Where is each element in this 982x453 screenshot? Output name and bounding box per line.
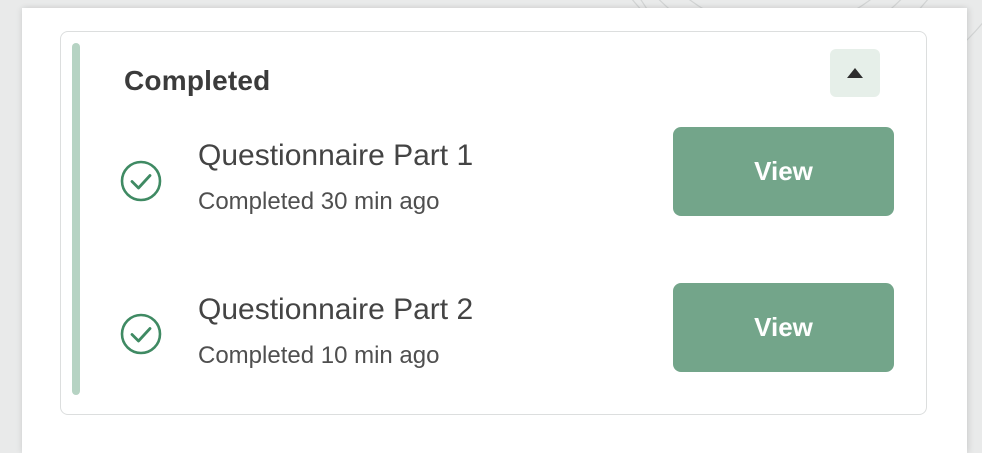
item-status: Completed 10 min ago: [198, 342, 440, 369]
collapse-toggle-button[interactable]: [830, 49, 880, 97]
caret-up-icon: [847, 68, 863, 78]
list-item: Questionnaire Part 1 Completed 30 min ag…: [61, 127, 926, 217]
list-item: Questionnaire Part 2 Completed 10 min ag…: [61, 283, 926, 373]
view-button[interactable]: View: [673, 283, 894, 372]
item-title: Questionnaire Part 2: [198, 293, 474, 326]
item-title: Questionnaire Part 1: [198, 139, 474, 172]
check-circle-icon: [120, 313, 162, 355]
completed-section-card: Completed Questionnaire Part 1 Completed…: [60, 31, 927, 415]
check-circle-icon: [120, 160, 162, 202]
item-status: Completed 30 min ago: [198, 188, 440, 215]
view-button[interactable]: View: [673, 127, 894, 216]
section-title: Completed: [124, 65, 271, 96]
